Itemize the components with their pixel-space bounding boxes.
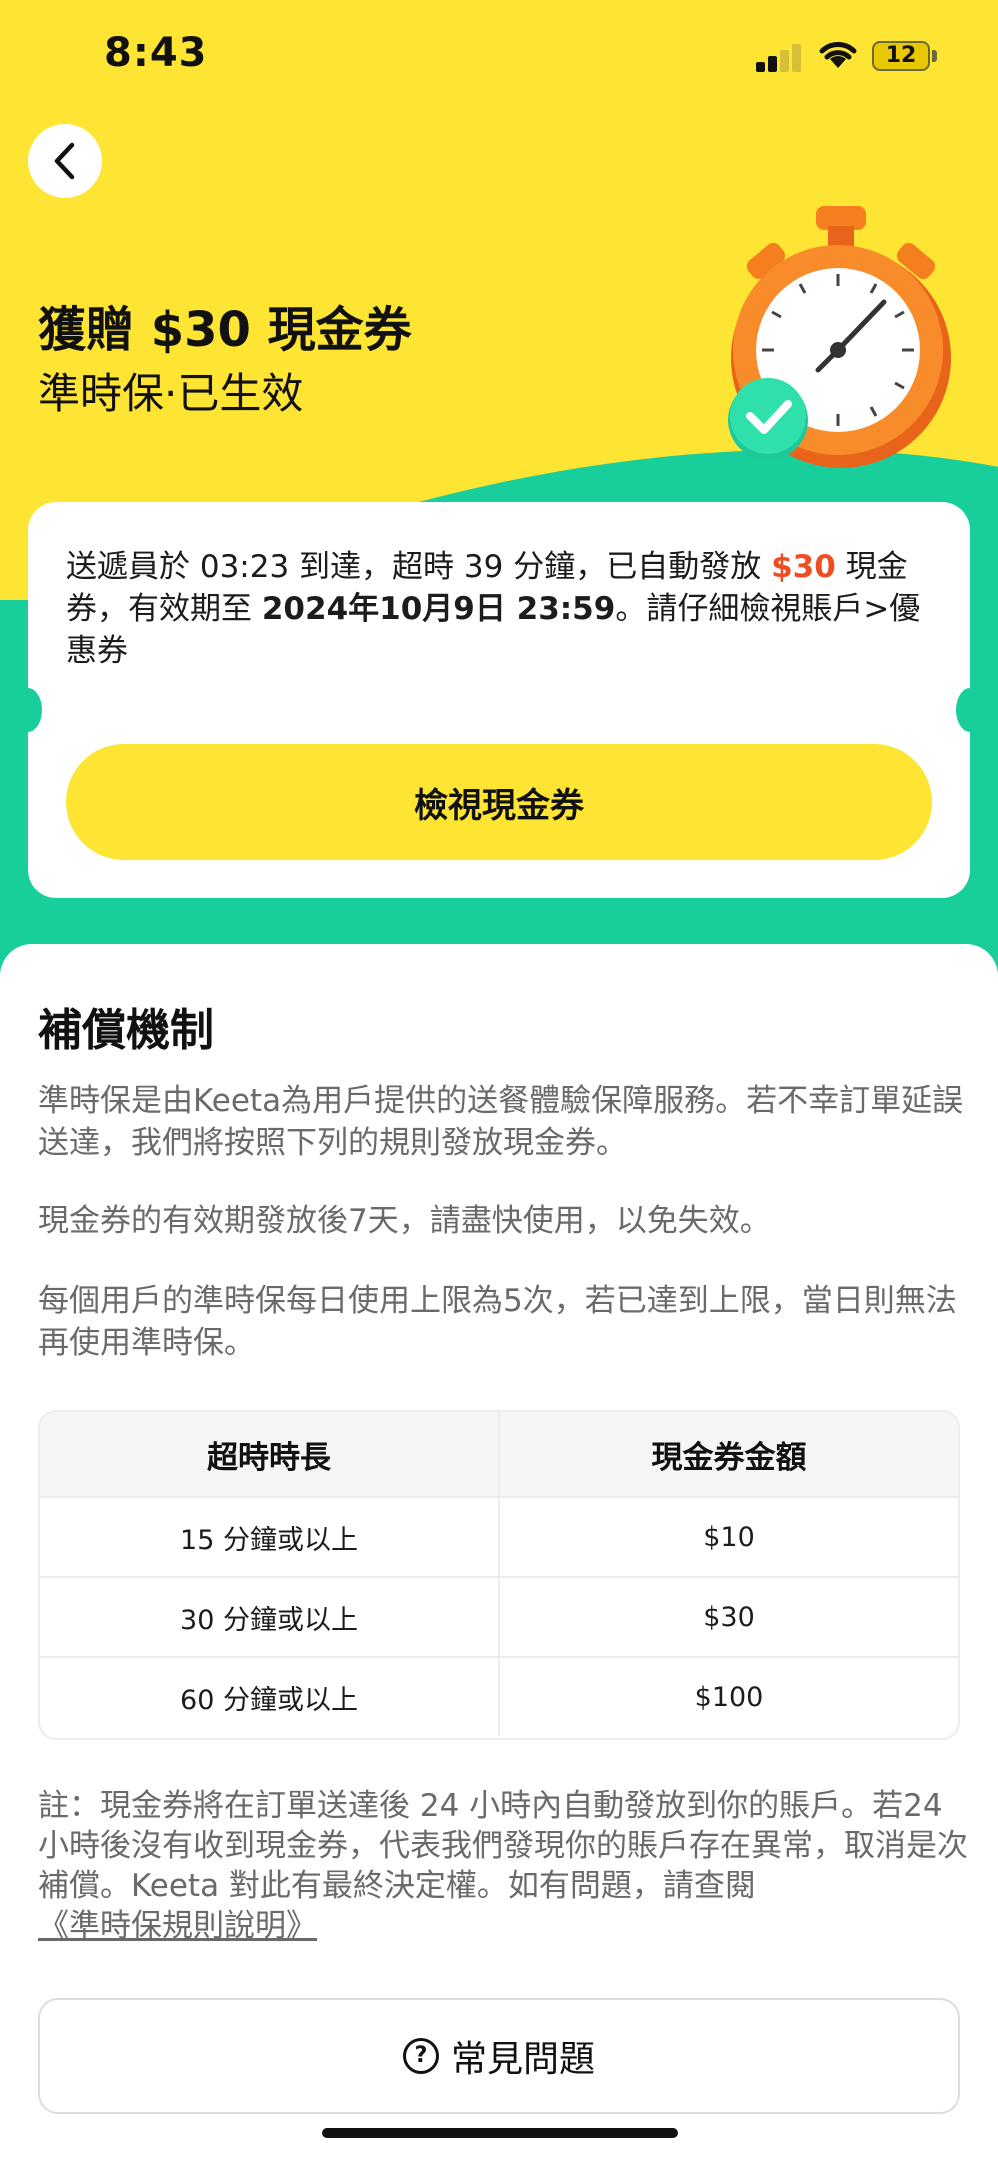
coupon-amount: $30 — [771, 549, 836, 585]
table-header-row: 超時時長 現金券金額 — [40, 1412, 958, 1496]
table-cell: 60 分鐘或以上 — [180, 1684, 358, 1716]
card-notch-right — [956, 688, 984, 732]
table-row: 30 分鐘或以上 $30 — [40, 1576, 958, 1656]
status-time: 8:43 — [104, 30, 208, 76]
table-row: 15 分鐘或以上 $10 — [40, 1496, 958, 1576]
paragraph-limit: 每個用戶的準時保每日使用上限為5次，若已達到上限，當日則無法再使用準時保。 — [38, 1283, 957, 1361]
faq-label: 常見問題 — [450, 2039, 595, 2080]
table-cell: $30 — [498, 1578, 958, 1656]
table-cell: $100 — [498, 1658, 958, 1736]
coupon-expiry: 2024年10月9日 23:59 — [261, 591, 616, 627]
card-notch-left — [14, 688, 42, 732]
table-cell: 30 分鐘或以上 — [180, 1604, 358, 1636]
compensation-sheet: 補償機制 準時保是由Keeta為用戶提供的送餐體驗保障服務。若不幸訂單延誤送達，… — [0, 944, 998, 2160]
coupon-message: 送遞員於 03:23 到達，超時 39 分鐘，已自動發放 $30 現金券，有效期… — [66, 546, 936, 672]
back-button[interactable] — [28, 124, 102, 198]
faq-button[interactable]: ? 常見問題 — [38, 1998, 960, 2114]
paragraph-service: 準時保是由Keeta為用戶提供的送餐體驗保障服務。若不幸訂單延誤送達，我們將按照… — [38, 1083, 964, 1161]
chevron-left-icon — [54, 142, 75, 180]
battery-level: 12 — [885, 43, 917, 68]
coupon-info-card: 送遞員於 03:23 到達，超時 39 分鐘，已自動發放 $30 現金券，有效期… — [14, 502, 984, 898]
page-title: 獲贈 $30 現金券 — [38, 302, 412, 358]
table-header-cell: 現金券金額 — [498, 1412, 958, 1496]
section-title: 補償機制 — [38, 1005, 214, 1056]
wifi-icon — [819, 42, 857, 68]
signal-icon — [756, 44, 804, 72]
page-subtitle: 準時保·已生效 — [38, 369, 304, 418]
battery-tip — [932, 50, 937, 62]
question-icon: ? — [402, 2038, 439, 2074]
disclaimer-text: 註：現金券將在訂單送達後 24 小時內自動發放到你的賬戶。若24 小時後沒有收到… — [38, 1788, 968, 1904]
status-bar: 8:43 12 — [0, 0, 998, 110]
compensation-table: 超時時長 現金券金額 15 分鐘或以上 $10 30 分鐘或以上 $30 60 … — [38, 1410, 960, 1740]
paragraph-validity: 現金券的有效期發放後7天，請盡快使用，以免失效。 — [38, 1203, 771, 1239]
home-indicator — [322, 2128, 678, 2138]
table-row: 60 分鐘或以上 $100 — [40, 1656, 958, 1736]
table-header-cell: 超時時長 — [207, 1439, 331, 1476]
stopwatch-icon — [728, 206, 951, 468]
view-coupon-button[interactable]: 檢視現金券 — [66, 744, 932, 860]
coupon-message-part-1: 送遞員於 03:23 到達，超時 39 分鐘，已自動發放 — [66, 549, 772, 585]
rules-link[interactable]: 《準時保規則說明》 — [38, 1908, 317, 1944]
table-cell: $10 — [498, 1498, 958, 1576]
disclaimer-note: 註：現金券將在訂單送達後 24 小時內自動發放到你的賬戶。若24 小時後沒有收到… — [38, 1786, 968, 1946]
table-cell: 15 分鐘或以上 — [180, 1524, 358, 1556]
battery-icon: 12 — [872, 41, 930, 71]
